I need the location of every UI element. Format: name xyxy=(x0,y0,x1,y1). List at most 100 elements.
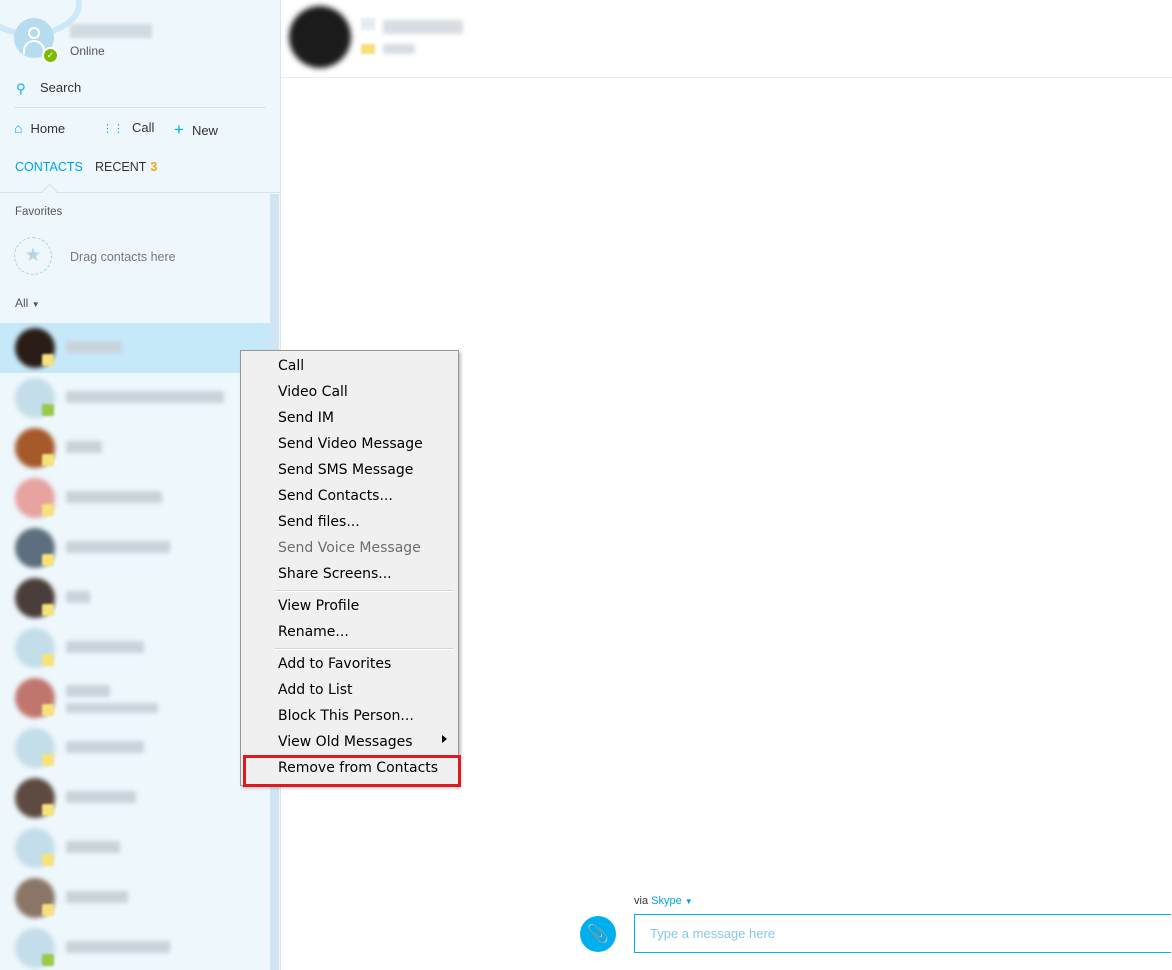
home-button[interactable]: ⌂ Home xyxy=(14,120,65,136)
contact-status-icon xyxy=(42,554,54,566)
contact-name-redacted xyxy=(66,941,170,953)
menu-item-send-im[interactable]: Send IM xyxy=(278,410,334,426)
conversation-header xyxy=(281,0,1172,78)
contact-row[interactable] xyxy=(0,373,270,423)
contact-name-redacted xyxy=(66,641,144,653)
contact-row[interactable] xyxy=(0,873,270,923)
submenu-arrow-icon xyxy=(442,735,447,743)
message-input[interactable] xyxy=(634,914,1171,953)
contact-status-icon xyxy=(42,454,54,466)
contact-status-icon xyxy=(42,804,54,816)
menu-item-send-contacts[interactable]: Send Contacts... xyxy=(278,488,393,504)
menu-item-send-files[interactable]: Send files... xyxy=(278,514,360,530)
header-flag-icon xyxy=(361,18,375,30)
menu-item-view-old-messages[interactable]: View Old Messages xyxy=(278,734,413,750)
menu-item-share-screens[interactable]: Share Screens... xyxy=(278,566,392,582)
online-status-icon: ✓ xyxy=(42,47,59,64)
user-silhouette-icon xyxy=(28,27,40,39)
tab-contacts[interactable]: CONTACTS xyxy=(15,160,83,174)
menu-item-send-video-message[interactable]: Send Video Message xyxy=(278,436,423,452)
conversation-name-redacted xyxy=(383,20,463,34)
nav-bar: ⌂ Home ⋮⋮ Call + New xyxy=(14,118,266,140)
new-button[interactable]: + New xyxy=(174,120,218,140)
plus-icon: + xyxy=(174,120,184,139)
active-tab-indicator xyxy=(41,183,58,200)
contact-status-icon xyxy=(42,654,54,666)
menu-item-rename[interactable]: Rename... xyxy=(278,624,349,640)
contact-status-icon xyxy=(42,704,54,716)
contact-status-icon xyxy=(42,404,54,416)
contact-row[interactable] xyxy=(0,573,270,623)
menu-item-send-sms[interactable]: Send SMS Message xyxy=(278,462,413,478)
contact-row[interactable] xyxy=(0,923,270,970)
attach-button[interactable]: 📎 xyxy=(580,916,616,952)
contact-row[interactable] xyxy=(0,473,270,523)
service-dropdown[interactable]: Skype ▼ xyxy=(651,895,693,907)
menu-item-call[interactable]: Call xyxy=(278,358,304,374)
home-icon: ⌂ xyxy=(14,120,23,136)
contact-name-redacted xyxy=(66,591,90,603)
menu-separator xyxy=(274,648,454,650)
dialpad-icon: ⋮⋮ xyxy=(102,123,124,135)
contact-name-redacted xyxy=(66,541,170,553)
chevron-down-icon: ▼ xyxy=(684,897,693,906)
contact-name-redacted xyxy=(66,741,144,753)
contact-row[interactable] xyxy=(0,323,270,373)
contact-name-redacted xyxy=(66,891,128,903)
menu-item-add-to-list[interactable]: Add to List xyxy=(278,682,353,698)
contact-status-icon xyxy=(42,504,54,516)
recent-count-badge: 3 xyxy=(150,160,158,174)
contact-name-redacted xyxy=(66,791,136,803)
search-icon: ⚲ xyxy=(16,81,26,96)
contact-row[interactable] xyxy=(0,673,270,723)
conversation-status-redacted xyxy=(383,44,415,54)
profile-name-redacted xyxy=(70,24,152,38)
menu-item-send-voice-message: Send Voice Message xyxy=(278,540,421,556)
paperclip-icon: 📎 xyxy=(586,924,610,944)
menu-item-video-call[interactable]: Video Call xyxy=(278,384,348,400)
menu-item-add-to-favorites[interactable]: Add to Favorites xyxy=(278,656,391,672)
profile-area[interactable]: ✓ Online xyxy=(14,18,264,64)
menu-separator xyxy=(274,590,454,592)
search-button[interactable]: ⚲ Search xyxy=(14,78,264,100)
search-label: Search xyxy=(40,80,82,95)
contact-status-icon xyxy=(42,754,54,766)
divider xyxy=(14,107,266,108)
menu-item-view-profile[interactable]: View Profile xyxy=(278,598,359,614)
profile-status[interactable]: Online xyxy=(70,44,105,58)
via-service-selector: via Skype ▼ xyxy=(634,895,693,907)
contact-row[interactable] xyxy=(0,823,270,873)
favorites-heading: Favorites xyxy=(15,206,63,218)
header-status-icon xyxy=(361,44,375,54)
drag-hint: Drag contacts here xyxy=(70,250,176,264)
favorites-drop-zone[interactable]: ★ Drag contacts here xyxy=(14,237,264,277)
contact-status-icon xyxy=(42,354,54,366)
chevron-down-icon: ▼ xyxy=(31,300,40,309)
contact-mood-redacted xyxy=(66,703,158,713)
contact-name-redacted xyxy=(66,391,224,403)
contact-status-icon xyxy=(42,954,54,966)
star-icon: ★ xyxy=(14,237,52,275)
contact-name-redacted xyxy=(66,841,120,853)
contact-name-redacted xyxy=(66,685,110,697)
contact-list xyxy=(0,323,270,970)
contact-filter-dropdown[interactable]: All ▼ xyxy=(15,296,40,310)
contact-name-redacted xyxy=(66,441,102,453)
contact-row[interactable] xyxy=(0,523,270,573)
contact-status-icon xyxy=(42,904,54,916)
contact-row[interactable] xyxy=(0,723,270,773)
menu-item-block-person[interactable]: Block This Person... xyxy=(278,708,414,724)
conversation-avatar[interactable] xyxy=(289,6,351,68)
contact-name-redacted xyxy=(66,341,122,353)
contact-status-icon xyxy=(42,854,54,866)
contact-row[interactable] xyxy=(0,423,270,473)
highlight-annotation-box xyxy=(243,755,461,787)
contact-row[interactable] xyxy=(0,623,270,673)
call-button[interactable]: ⋮⋮ Call xyxy=(102,120,154,135)
contact-context-menu: Call Video Call Send IM Send Video Messa… xyxy=(240,350,459,786)
contact-name-redacted xyxy=(66,491,162,503)
contact-row[interactable] xyxy=(0,773,270,823)
sidebar: ✓ Online ⚲ Search ⌂ Home ⋮⋮ Call + New CONT… xyxy=(0,0,281,970)
contact-status-icon xyxy=(42,604,54,616)
tab-recent[interactable]: RECENT 3 xyxy=(95,160,157,174)
